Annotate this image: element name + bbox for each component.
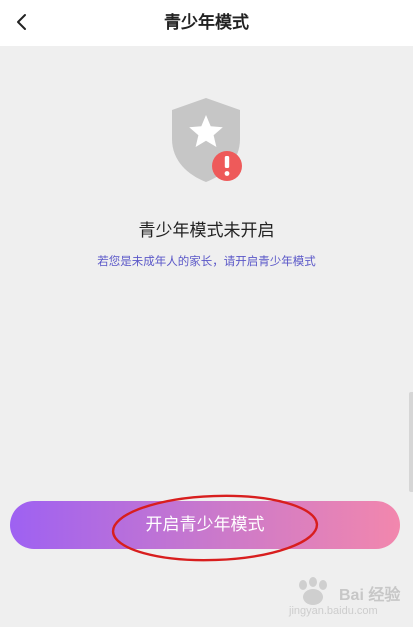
paw-logo-icon bbox=[299, 577, 327, 605]
shield-star-warning-icon bbox=[166, 95, 246, 185]
watermark-brand: Bai 经验 bbox=[339, 587, 401, 604]
teen-mode-status-title: 青少年模式未开启 bbox=[138, 221, 275, 241]
teen-mode-hint-text: 若您是未成年人的家长，请开启青少年模式 bbox=[97, 254, 316, 268]
page-title: 青少年模式 bbox=[164, 13, 249, 33]
watermark-url: jingyan.baidu.com bbox=[289, 605, 378, 617]
top-navigation-bar: 青少年模式 bbox=[0, 0, 413, 46]
enable-teen-mode-button[interactable]: 开启青少年模式 bbox=[10, 501, 400, 549]
edge-scroll-handle bbox=[409, 392, 413, 492]
baidu-jingyan-watermark: Bai 经验 jingyan.baidu.com bbox=[285, 577, 405, 621]
